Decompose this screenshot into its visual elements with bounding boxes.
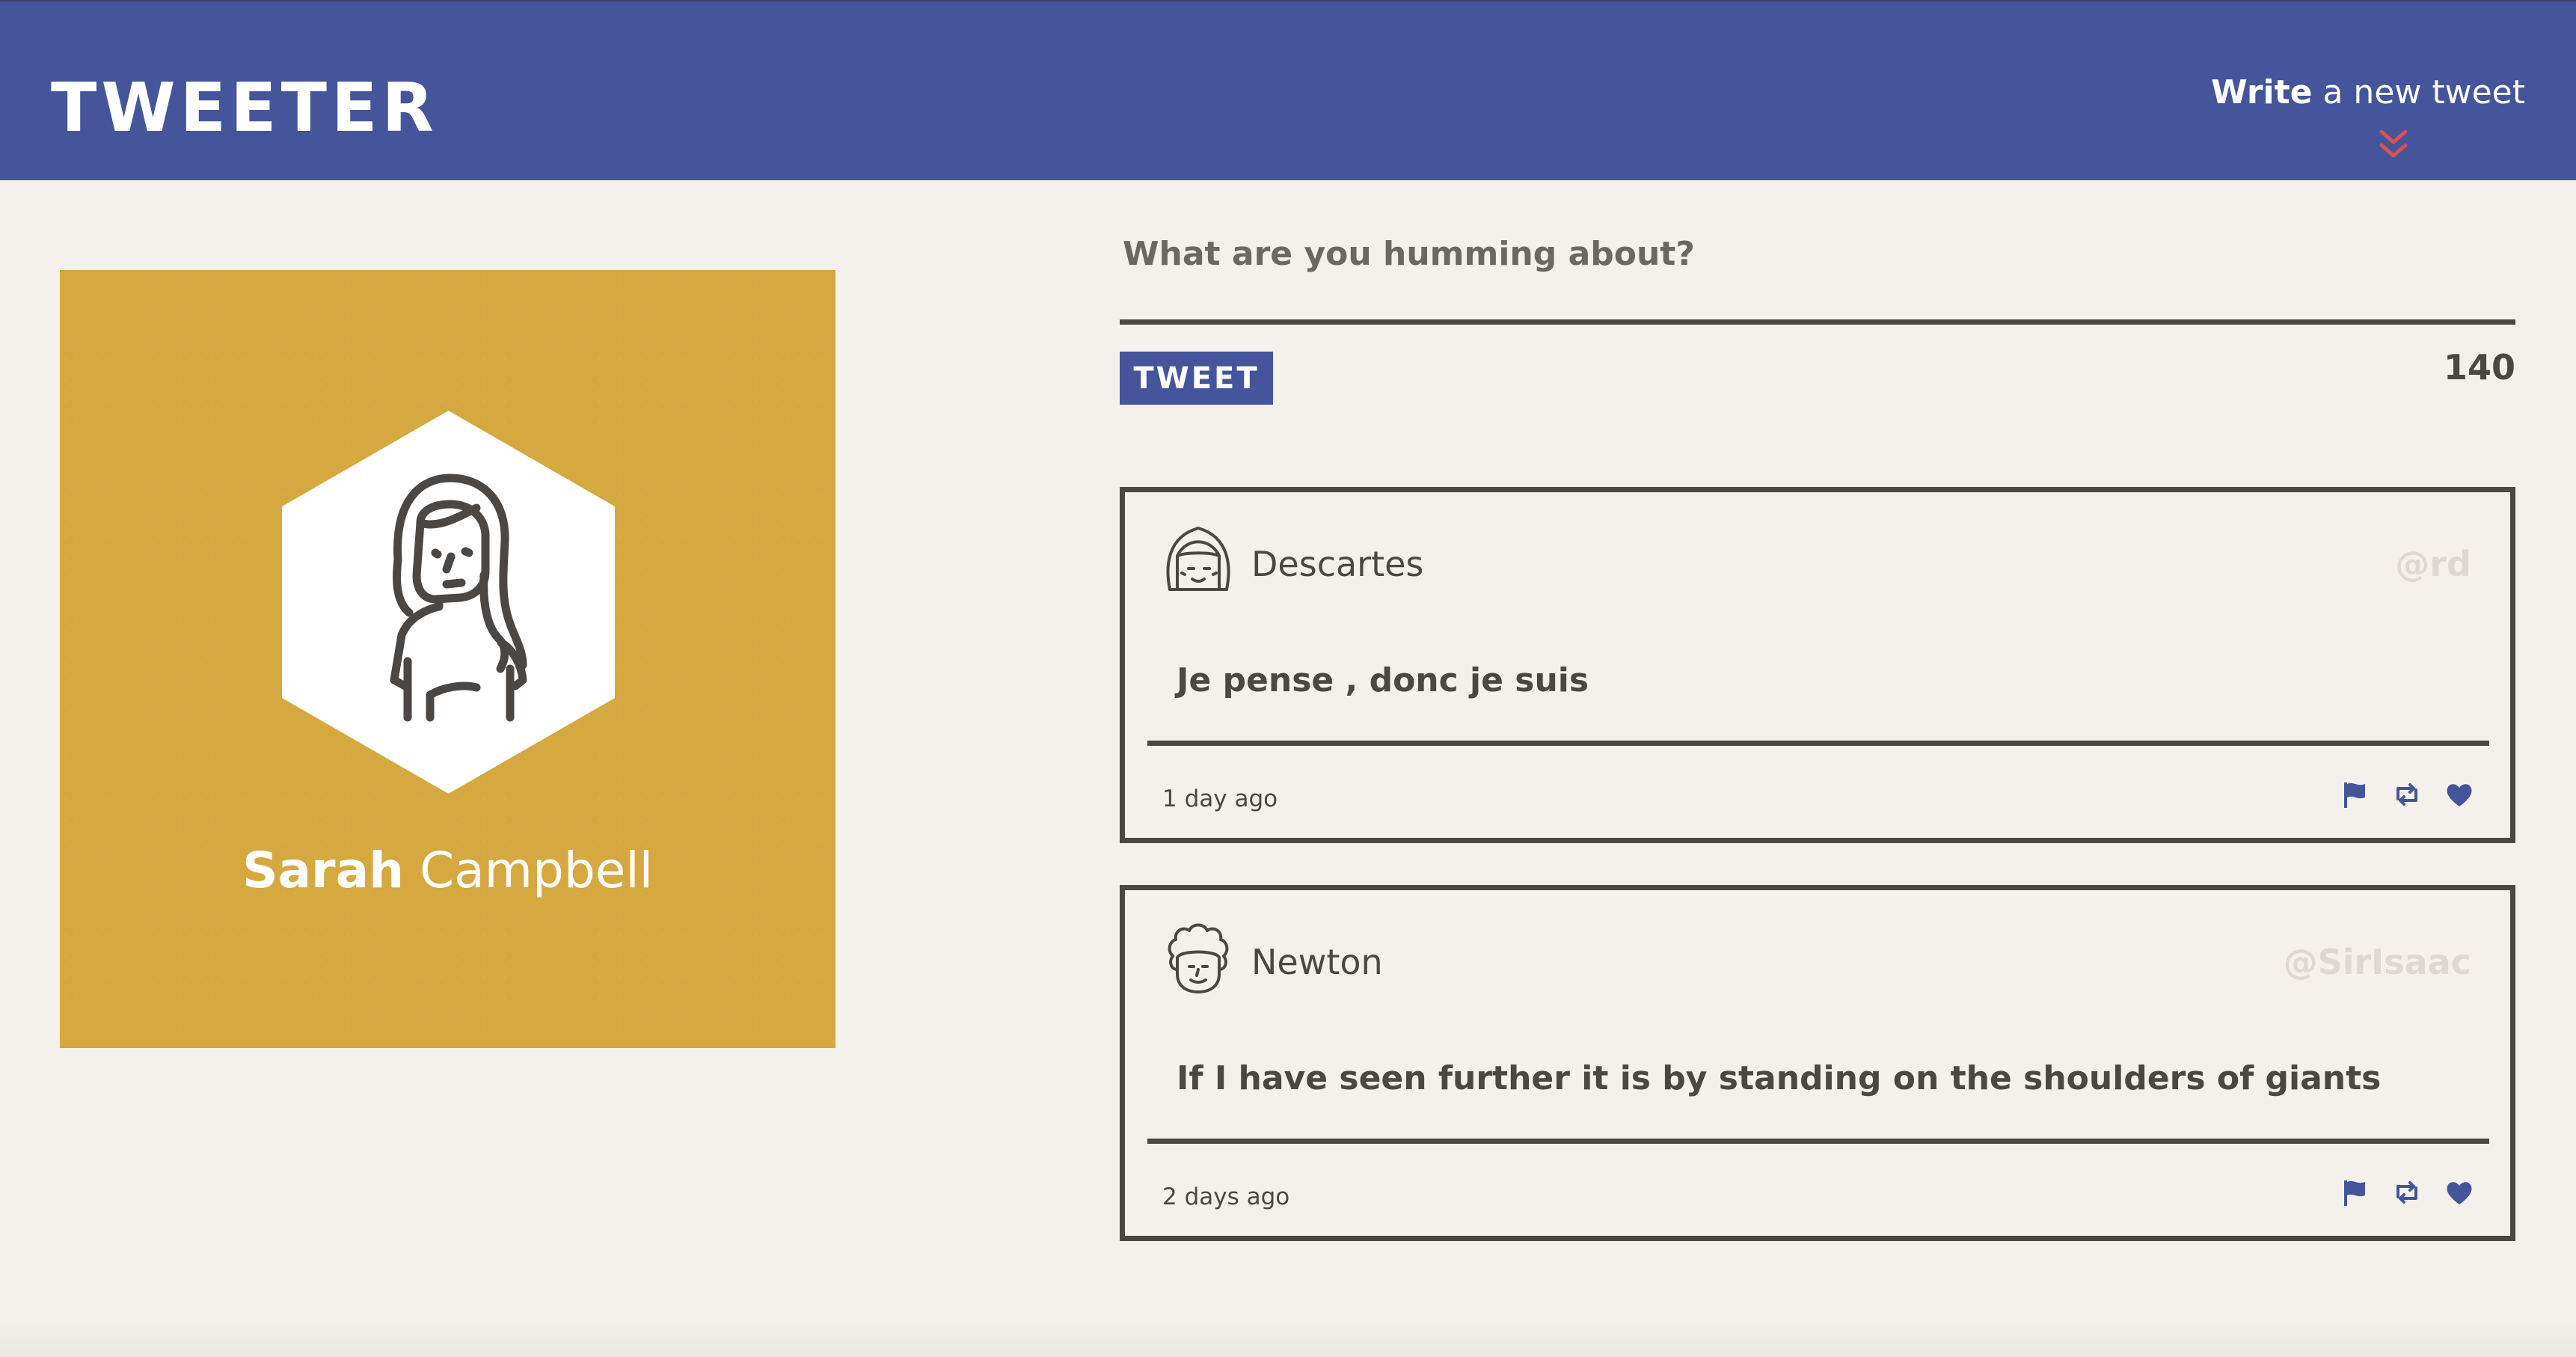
tweet-timestamp: 1 day ago — [1162, 785, 1278, 812]
tweet-card: Newton @SirIsaac If I have seen further … — [1120, 885, 2515, 1241]
tweet-divider — [1147, 1139, 2489, 1144]
tweet-content: If I have seen further it is by standing… — [1177, 1059, 2382, 1097]
tweet-content: Je pense , donc je suis — [1177, 661, 1589, 699]
tweet-author[interactable]: Descartes — [1251, 547, 1423, 581]
double-chevron-down-icon[interactable] — [2377, 127, 2410, 162]
profile-first-name: Sarah — [242, 842, 405, 899]
profile-name: Sarah Campbell — [60, 846, 835, 895]
heart-icon[interactable] — [2444, 1177, 2474, 1207]
tweet-card: Descartes @rd Je pense , donc je suis 1 … — [1120, 487, 2515, 843]
flag-icon[interactable] — [2340, 1177, 2370, 1207]
compose-toggle-rest: a new tweet — [2312, 73, 2525, 111]
write-new-tweet-toggle[interactable]: Write a new tweet — [2211, 76, 2525, 109]
tweet-actions — [2340, 1176, 2474, 1209]
flag-icon[interactable] — [2340, 779, 2370, 809]
tweet-actions — [2340, 778, 2474, 811]
character-counter: 140 — [2443, 347, 2515, 388]
app-logo[interactable]: TWEETER — [51, 75, 438, 142]
tweet-timestamp: 2 days ago — [1162, 1183, 1290, 1210]
profile-card: Sarah Campbell — [60, 270, 835, 1048]
retweet-icon[interactable] — [2392, 779, 2422, 809]
compose-underline — [1120, 319, 2515, 325]
woman-avatar-icon — [282, 411, 615, 794]
tweet-handle[interactable]: @SirIsaac — [2284, 945, 2471, 979]
tweet-handle[interactable]: @rd — [2395, 547, 2471, 581]
tweet-author[interactable]: Newton — [1251, 945, 1383, 979]
top-navbar: TWEETER Write a new tweet — [0, 0, 2576, 180]
page-bottom-edge — [0, 1317, 2576, 1357]
heart-icon[interactable] — [2444, 779, 2474, 809]
tweet-submit-button[interactable]: TWEET — [1120, 352, 1273, 405]
curly-hair-avatar-icon — [1168, 923, 1229, 993]
bob-hair-avatar-icon — [1166, 527, 1230, 591]
tweet-divider — [1147, 741, 2489, 746]
retweet-icon[interactable] — [2392, 1177, 2422, 1207]
tweet-textarea-placeholder: What are you humming about? — [1123, 235, 1695, 273]
profile-last-name: Campbell — [420, 842, 654, 899]
compose-toggle-strong: Write — [2211, 73, 2313, 111]
